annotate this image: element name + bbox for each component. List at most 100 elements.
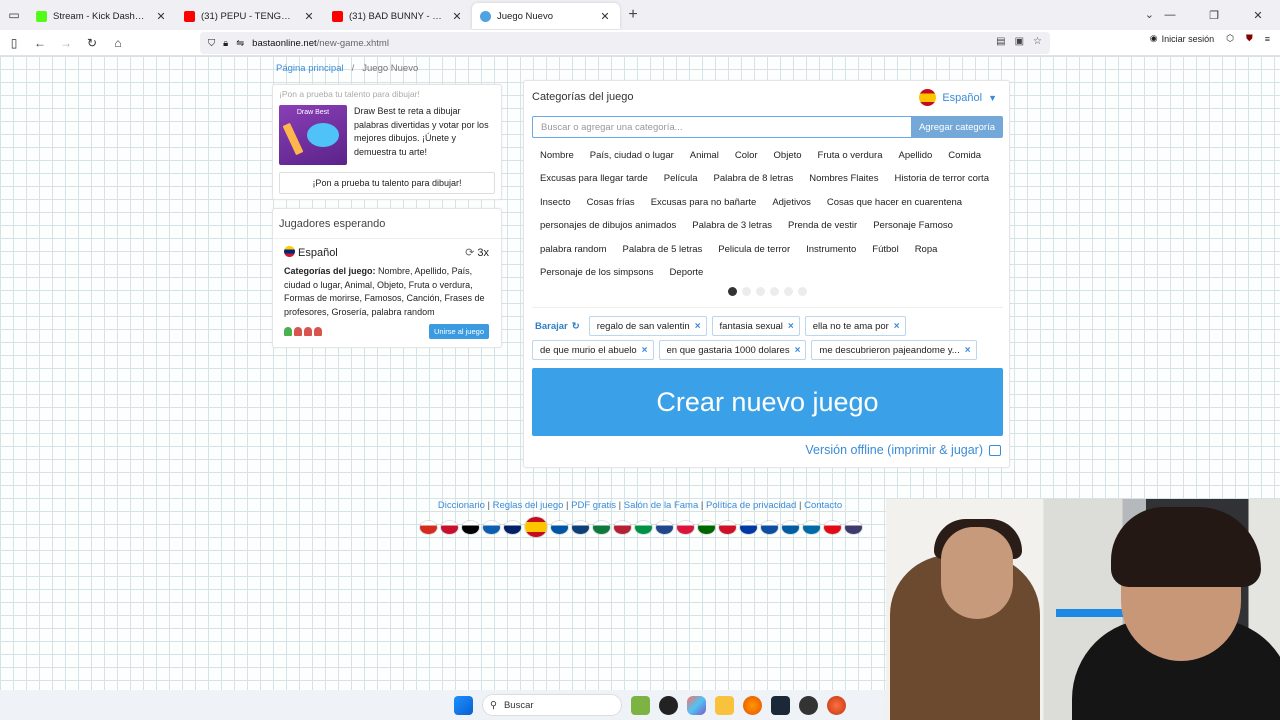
remove-chip-icon[interactable]: × [695,321,701,332]
permissions-icon[interactable]: ⇋ [236,38,244,49]
ublock-icon[interactable]: ⛊ [1246,33,1253,44]
language-flag-icon[interactable] [635,520,652,534]
language-flag-icon[interactable] [441,520,458,534]
category-suggestion[interactable]: Instrumento [798,238,864,261]
remove-chip-icon[interactable]: × [795,345,801,356]
category-suggestion[interactable]: Comida [940,144,989,167]
tab-close-icon[interactable]: ✕ [302,10,316,23]
pagination-dot[interactable] [784,287,793,296]
language-flag-icon[interactable] [614,520,631,534]
category-suggestion[interactable]: Palabra de 8 letras [706,167,802,190]
category-suggestion[interactable]: Pelicula de terror [710,238,798,261]
category-suggestion[interactable]: Apellido [890,144,940,167]
app-g-icon[interactable] [659,695,678,715]
maximize-icon[interactable]: ❐ [1192,0,1236,30]
category-suggestion[interactable]: Palabra de 5 letras [615,238,711,261]
draw-best-thumbnail[interactable]: Draw Best [279,105,347,165]
browser-tab[interactable]: Stream - Kick Dashboard ✕ [28,3,176,29]
category-search-input[interactable] [532,116,911,138]
promo-cta-button[interactable]: ¡Pon a prueba tu talento para dibujar! [279,172,495,194]
menu-icon[interactable]: ≡ [1265,34,1270,44]
create-game-button[interactable]: Crear nuevo juego [532,368,1003,436]
browser-tab[interactable]: (31) BAD BUNNY - BOOKER T (Vis ✕ [324,3,472,29]
tab-close-icon[interactable]: ✕ [154,10,168,23]
language-flag-icon[interactable] [845,520,862,534]
browser-tab[interactable]: (31) PEPU - TENGO UN FEELING ✕ [176,3,324,29]
pagination-dot[interactable] [770,287,779,296]
language-flag-icon[interactable] [551,520,568,534]
app-orange-icon[interactable] [827,695,846,715]
tab-close-icon[interactable]: ✕ [450,10,464,23]
language-flag-icon[interactable] [803,520,820,534]
language-flag-icon[interactable] [824,520,841,534]
remove-chip-icon[interactable]: × [788,321,794,332]
taskbar-search[interactable]: ⚲ Buscar [482,694,622,716]
category-suggestion[interactable]: Adjetivos [764,191,819,214]
firefox-icon[interactable] [743,695,762,715]
reader-view-icon[interactable]: ▤ [996,36,1005,47]
language-flag-icon[interactable] [483,520,500,534]
category-suggestion[interactable]: Personaje de los simpsons [532,261,662,284]
category-suggestion[interactable]: Excusas para llegar tarde [532,167,656,190]
language-flag-icon[interactable] [572,520,589,534]
category-suggestion[interactable]: Personaje Famoso [865,214,961,237]
category-suggestion[interactable]: Fútbol [864,238,906,261]
category-suggestion[interactable]: Nombres Flaites [801,167,886,190]
category-suggestion[interactable]: Fruta o verdura [810,144,891,167]
promo-headline[interactable]: ¡Pon a prueba tu talento para dibujar! [279,89,495,99]
remove-chip-icon[interactable]: × [965,345,971,356]
language-flag-icon[interactable] [782,520,799,534]
language-dropdown[interactable]: Español ▼ [919,89,997,106]
file-explorer-icon[interactable] [715,695,734,715]
offline-version-link[interactable]: Versión offline (imprimir & jugar) [805,443,1001,457]
breadcrumb-home-link[interactable]: Página principal [276,63,344,74]
pagination-dot[interactable] [728,287,737,296]
category-suggestion[interactable]: Cosas frías [579,191,643,214]
minimize-icon[interactable]: — [1148,0,1192,30]
back-icon[interactable]: ← [28,31,52,55]
category-suggestion[interactable]: Objeto [766,144,810,167]
join-game-button[interactable]: Unirse al juego [428,324,489,339]
footer-link[interactable]: Política de privacidad [706,500,796,511]
pagination-dot[interactable] [756,287,765,296]
language-flag-icon[interactable] [420,520,437,534]
category-suggestion[interactable]: Ropa [907,238,946,261]
widgets-icon[interactable] [631,695,650,715]
windows-start-icon[interactable] [454,695,473,715]
language-flag-icon[interactable] [761,520,778,534]
screenshot-icon[interactable]: ▣ [1015,36,1024,47]
footer-link[interactable]: Contacto [804,500,842,511]
shield-icon[interactable]: ⛉ [208,38,215,49]
footer-link[interactable]: Diccionario [438,500,485,511]
extensions-icon[interactable]: ⬡ [1226,33,1234,44]
category-suggestion[interactable]: Historia de terror corta [886,167,997,190]
close-window-icon[interactable]: ✕ [1236,0,1280,30]
shuffle-button[interactable]: Barajar ↻ [532,321,584,332]
category-suggestion[interactable]: País, ciudad o lugar [582,144,682,167]
pagination-dot[interactable] [742,287,751,296]
language-flag-icon[interactable] [593,520,610,534]
category-suggestion[interactable]: palabra random [532,238,615,261]
category-suggestion[interactable]: Prenda de vestir [780,214,865,237]
language-flag-icon[interactable] [677,520,694,534]
sign-in-button[interactable]: ◉ Iniciar sesión [1150,33,1214,44]
language-flag-icon[interactable] [462,520,479,534]
lock-icon[interactable]: 🔒︎ [223,38,228,49]
app-spiral-icon[interactable] [799,695,818,715]
language-flag-icon[interactable] [719,520,736,534]
remove-chip-icon[interactable]: × [894,321,900,332]
url-bar[interactable]: ⛉ 🔒︎ ⇋ bastaonline.net/new-game.xhtml ▤ … [200,32,1050,54]
copilot-icon[interactable] [687,695,706,715]
language-flag-icon[interactable] [740,520,757,534]
category-suggestion[interactable]: Nombre [532,144,582,167]
language-flag-icon[interactable] [525,517,547,537]
forward-icon[interactable]: → [54,31,78,55]
browser-tab[interactable]: Juego Nuevo ✕ [472,3,620,29]
footer-link[interactable]: PDF gratis [571,500,616,511]
language-flag-icon[interactable] [504,520,521,534]
category-suggestion[interactable]: Cosas que hacer en cuarentena [819,191,970,214]
pagination-dot[interactable] [798,287,807,296]
tab-list-icon[interactable]: ▭ [0,0,28,30]
language-flag-icon[interactable] [656,520,673,534]
category-suggestion[interactable]: Animal [682,144,727,167]
